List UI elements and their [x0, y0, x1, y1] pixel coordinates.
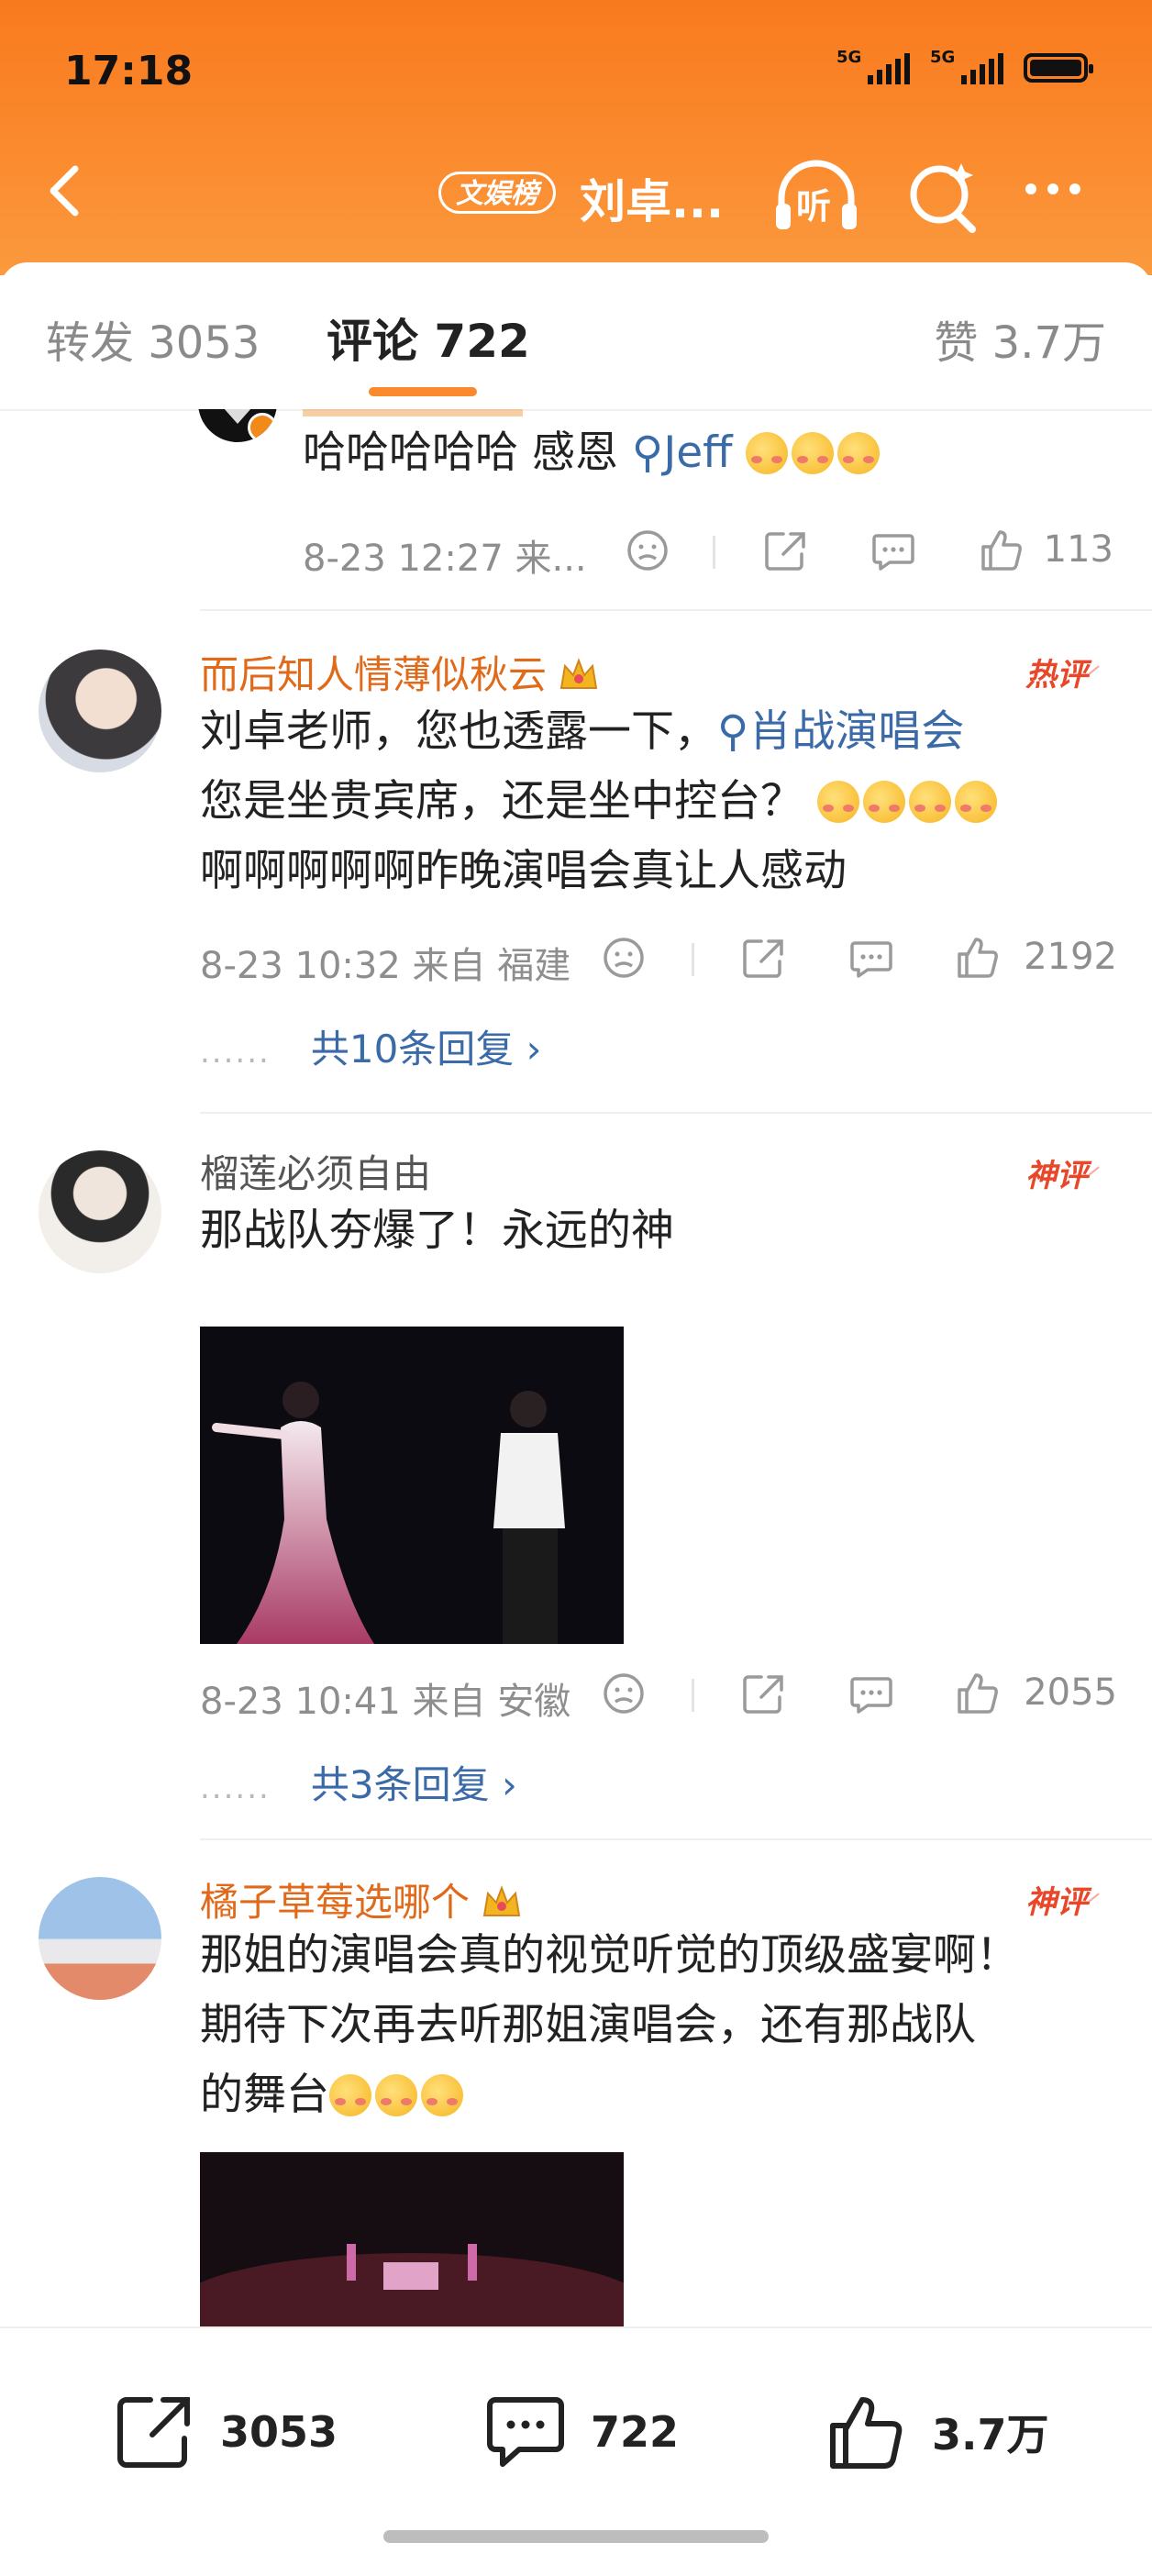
like-icon[interactable]	[978, 527, 1025, 574]
avatar[interactable]	[39, 1150, 161, 1273]
top-comment-badge: 神评⸝	[1025, 1153, 1099, 1194]
network-type: 5G	[836, 48, 862, 67]
comment-button[interactable]: 722	[484, 2391, 679, 2473]
status-icons: 5G 5G	[836, 48, 1093, 84]
topic-link[interactable]: ⚲Jeff	[632, 427, 733, 478]
comment-time: 8-23 10:41 来自 安徽	[200, 1681, 571, 1723]
back-icon[interactable]	[37, 161, 95, 220]
share-icon[interactable]	[739, 1670, 787, 1717]
status-time: 17:18	[64, 48, 194, 94]
like-count: 2192	[1024, 936, 1117, 978]
avatar[interactable]	[39, 650, 161, 772]
hot-list-badge[interactable]: 文娱榜	[438, 172, 556, 214]
emoji-icon	[837, 432, 881, 474]
like-count: 113	[1043, 528, 1113, 571]
battery-icon	[1024, 53, 1093, 83]
forward-button[interactable]: 3053	[114, 2391, 338, 2473]
dislike-icon[interactable]	[600, 934, 648, 982]
username[interactable]: 而后知人情薄似秋云	[200, 644, 600, 700]
view-replies-link[interactable]: ...... 共10条回复 ›	[200, 1018, 541, 1074]
home-indicator[interactable]	[383, 2530, 769, 2543]
emoji-icon	[329, 2074, 371, 2116]
dislike-icon[interactable]	[600, 1670, 648, 1717]
tab-comments[interactable]: 评论 722	[327, 305, 530, 371]
top-comment-badge: 神评⸝	[1025, 1880, 1099, 1921]
dislike-icon[interactable]	[624, 527, 671, 574]
comment-text: 那姐的演唱会真的视觉听觉的顶级盛宴啊！ 期待下次再去听那姐演唱会，还有那战队 的…	[200, 1930, 1019, 2120]
comment-text: 哈哈哈哈哈 感恩 ⚲Jeff	[303, 418, 1152, 488]
emoji-icon	[816, 781, 859, 823]
like-count: 3.7万	[932, 2410, 1049, 2459]
emoji-icon	[862, 781, 905, 823]
search-icon[interactable]	[904, 158, 981, 235]
divider	[200, 1838, 1152, 1840]
comment-text: 刘卓老师，您也透露一下，⚲肖战演唱会 您是坐贵宾席，还是坐中控台？ 啊啊啊啊啊昨…	[200, 697, 1117, 906]
share-icon[interactable]	[761, 527, 809, 574]
comments-sheet: 转发 3053 评论 722 赞 3.7万 哈哈哈哈哈 感恩 ⚲Jeff 8-2…	[0, 262, 1152, 2576]
stadium-photo[interactable]	[200, 2152, 624, 2326]
more-icon[interactable]	[1025, 183, 1080, 194]
concert-photo[interactable]	[200, 1327, 624, 1644]
like-button[interactable]: 3.7万	[825, 2391, 1049, 2473]
tab-bar: 转发 3053 评论 722 赞 3.7万	[0, 262, 1152, 411]
comment-feed[interactable]: 哈哈哈哈哈 感恩 ⚲Jeff 8-23 12:27 来... 113 而后知人情…	[0, 409, 1152, 2326]
divider	[200, 609, 1152, 611]
emoji-icon	[421, 2074, 463, 2116]
share-icon	[117, 2397, 190, 2468]
emoji-icon	[375, 2074, 417, 2116]
signal-icon: 5G	[836, 48, 910, 84]
comment-time: 8-23 12:27 来...	[303, 538, 587, 580]
divider	[200, 1112, 1152, 1114]
share-icon[interactable]	[739, 934, 787, 982]
like-count: 2055	[1024, 1671, 1117, 1714]
like-icon[interactable]	[954, 1670, 1002, 1717]
tab-active-indicator	[369, 387, 477, 396]
comment-meta: 8-23 10:32 来自 福建 2192	[200, 930, 1117, 987]
emoji-icon	[908, 781, 951, 823]
hot-comment-badge: 热评⸝	[1025, 652, 1099, 694]
emoji-icon	[746, 432, 789, 474]
comment-icon	[487, 2397, 564, 2467]
top-header: 17:18 5G 5G 文娱榜 刘卓... 听	[0, 0, 1152, 275]
truncated-username	[303, 409, 523, 416]
listen-icon[interactable]: 听	[770, 156, 862, 239]
topic-link[interactable]: ⚲肖战演唱会	[717, 706, 964, 757]
comment-icon[interactable]	[870, 527, 917, 574]
like-icon[interactable]	[954, 934, 1002, 982]
listen-label: 听	[796, 186, 832, 227]
comment-count: 722	[591, 2407, 680, 2457]
signal-icon: 5G	[930, 48, 1003, 84]
comment-time: 8-23 10:32 来自 福建	[200, 945, 571, 987]
view-replies-link[interactable]: ...... 共3条回复 ›	[200, 1754, 517, 1810]
comment-text: 那战队夯爆了！永远的神	[200, 1205, 674, 1256]
tab-likes[interactable]: 赞 3.7万	[934, 306, 1106, 371]
comment-icon[interactable]	[847, 1670, 895, 1717]
comment-meta: 8-23 12:27 来... 113	[303, 523, 1113, 580]
crown-icon	[559, 658, 598, 689]
username[interactable]: 橘子草莓选哪个	[200, 1871, 523, 1927]
emoji-icon	[792, 432, 835, 474]
forward-count: 3053	[220, 2407, 338, 2457]
comment-icon[interactable]	[847, 934, 895, 982]
page-title: 刘卓...	[580, 175, 724, 228]
emoji-icon	[954, 781, 997, 823]
username[interactable]: 榴莲必须自由	[200, 1143, 431, 1199]
like-icon	[830, 2397, 903, 2469]
crown-icon	[482, 1885, 521, 1916]
avatar[interactable]	[198, 409, 277, 442]
tab-forwards[interactable]: 转发 3053	[46, 306, 260, 371]
network-type: 5G	[930, 48, 956, 67]
avatar[interactable]	[39, 1877, 161, 2000]
comment-meta: 8-23 10:41 来自 安徽 2055	[200, 1666, 1117, 1723]
